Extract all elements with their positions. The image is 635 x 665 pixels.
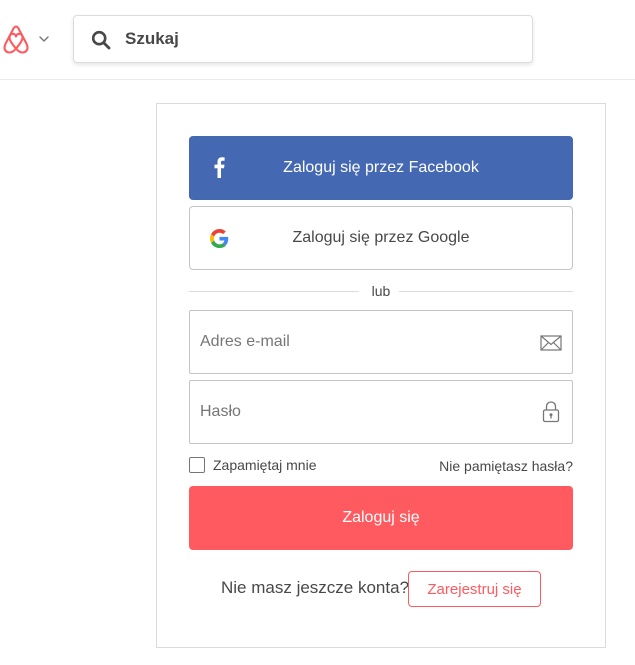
google-icon <box>210 229 229 248</box>
top-header <box>0 0 635 80</box>
or-divider: lub <box>189 281 573 301</box>
password-field[interactable] <box>189 380 573 444</box>
password-input[interactable] <box>200 381 530 443</box>
search-input[interactable] <box>125 16 525 62</box>
signup-button[interactable]: Zarejestruj się <box>408 571 541 607</box>
search-icon <box>91 30 111 50</box>
forgot-password-link[interactable]: Nie pamiętasz hasła? <box>439 458 573 474</box>
chevron-down-icon[interactable] <box>37 32 51 46</box>
email-input[interactable] <box>200 311 530 373</box>
divider-text: lub <box>363 283 399 299</box>
envelope-icon <box>540 335 562 351</box>
facebook-login-label: Zaloguj się przez Facebook <box>283 159 479 176</box>
facebook-login-button[interactable]: Zaloguj się przez Facebook <box>189 136 573 200</box>
lock-icon <box>542 401 560 423</box>
airbnb-logo-icon[interactable] <box>0 24 32 56</box>
facebook-icon <box>214 157 225 178</box>
google-login-label: Zaloguj się przez Google <box>292 229 470 246</box>
login-submit-label: Zaloguj się <box>342 509 420 526</box>
no-account-text: Nie masz jeszcze konta? <box>221 578 410 597</box>
signup-label: Zarejestruj się <box>427 580 522 598</box>
email-field[interactable] <box>189 310 573 374</box>
login-submit-button[interactable]: Zaloguj się <box>189 486 573 550</box>
remember-me-checkbox[interactable] <box>189 457 205 473</box>
search-bar[interactable] <box>73 15 533 63</box>
remember-me[interactable]: Zapamiętaj mnie <box>189 456 317 474</box>
remember-me-label: Zapamiętaj mnie <box>213 457 317 473</box>
google-login-button[interactable]: Zaloguj się przez Google <box>189 206 573 270</box>
